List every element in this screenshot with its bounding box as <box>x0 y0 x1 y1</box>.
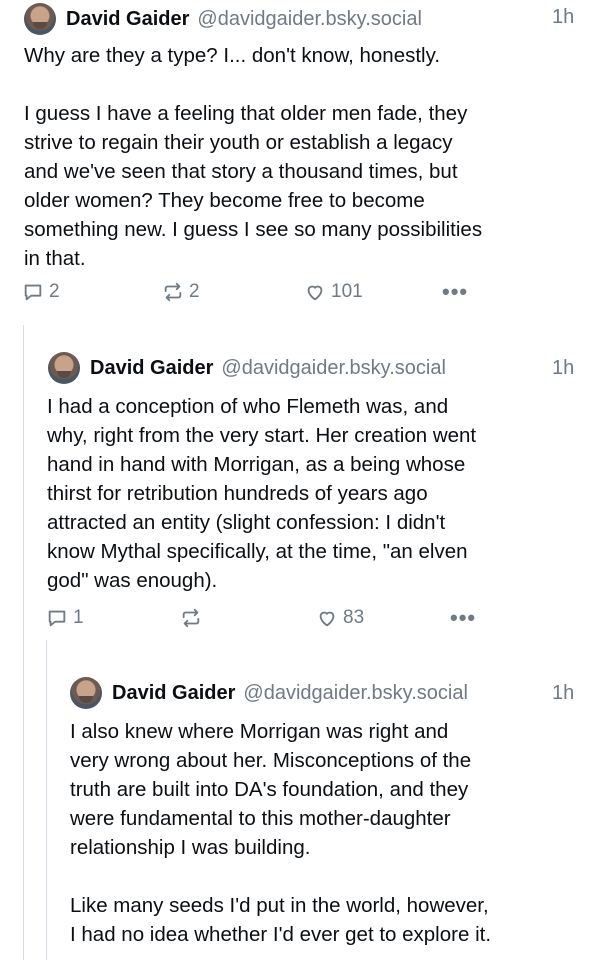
thread-line <box>46 640 47 960</box>
more-options-icon[interactable]: ••• <box>442 279 468 305</box>
reply-icon <box>48 610 66 627</box>
post-actions: 1 83 ••• <box>46 605 576 637</box>
like-button[interactable]: 83 <box>316 607 364 629</box>
heart-icon <box>307 285 323 301</box>
post-header: David Gaider @davidgaider.bsky.social <box>48 351 446 385</box>
timestamp[interactable]: 1h <box>552 682 574 705</box>
post-header: David Gaider @davidgaider.bsky.social <box>24 2 422 36</box>
repost-icon <box>164 282 182 302</box>
repost-button[interactable] <box>180 607 207 629</box>
avatar[interactable] <box>24 3 56 35</box>
timestamp[interactable]: 1h <box>552 6 574 29</box>
post-2[interactable]: David Gaider @davidgaider.bsky.social 1h… <box>0 325 597 640</box>
post-text: I also knew where Morrigan was right and… <box>70 720 492 946</box>
like-count: 101 <box>331 281 363 302</box>
repost-icon <box>182 608 200 628</box>
author-name[interactable]: David Gaider <box>66 8 189 31</box>
post-text: I had a conception of who Flemeth was, a… <box>47 395 477 592</box>
avatar[interactable] <box>48 352 80 384</box>
reply-button[interactable]: 2 <box>22 281 60 303</box>
more-options-icon[interactable]: ••• <box>450 605 476 631</box>
like-button[interactable]: 101 <box>304 281 363 303</box>
post-actions: 2 2 101 ••• <box>22 279 582 311</box>
thread-line <box>23 640 24 960</box>
post-1[interactable]: David Gaider @davidgaider.bsky.social 1h… <box>0 0 597 325</box>
reply-button[interactable]: 1 <box>46 607 84 629</box>
repost-count: 2 <box>189 281 200 302</box>
author-name[interactable]: David Gaider <box>112 682 235 705</box>
post-header: David Gaider @davidgaider.bsky.social <box>70 676 468 710</box>
reply-count: 2 <box>49 281 60 302</box>
author-name[interactable]: David Gaider <box>90 357 213 380</box>
author-handle[interactable]: @davidgaider.bsky.social <box>243 682 468 705</box>
reply-count: 1 <box>73 607 84 628</box>
timestamp[interactable]: 1h <box>552 357 574 380</box>
repost-button[interactable]: 2 <box>162 281 200 303</box>
post-3[interactable]: David Gaider @davidgaider.bsky.social 1h… <box>0 640 597 960</box>
like-count: 83 <box>343 607 365 628</box>
author-handle[interactable]: @davidgaider.bsky.social <box>197 8 422 31</box>
author-handle[interactable]: @davidgaider.bsky.social <box>221 357 446 380</box>
avatar[interactable] <box>70 677 102 709</box>
thread-line <box>23 325 24 640</box>
post-text: Why are they a type? I... don't know, ho… <box>24 44 483 270</box>
heart-icon <box>319 611 335 627</box>
reply-icon <box>24 284 42 301</box>
